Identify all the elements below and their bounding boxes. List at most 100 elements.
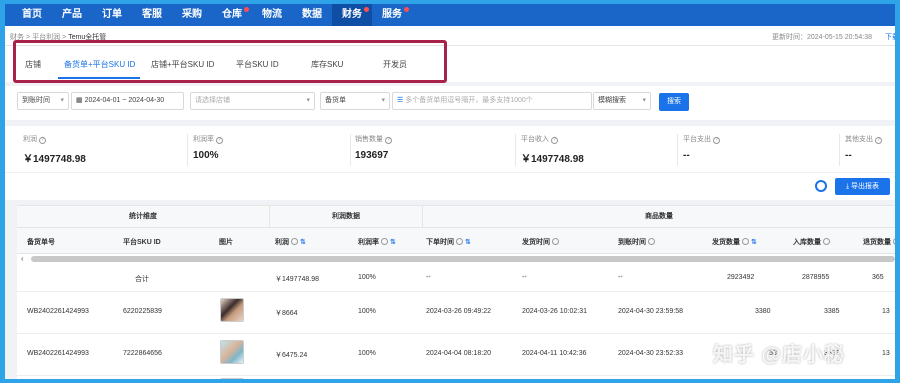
nav-item-purchase[interactable]: 采购 — [172, 4, 212, 26]
cell-profit: ￥8664 — [275, 310, 298, 317]
sort-icon[interactable]: ⇅ — [749, 239, 757, 246]
cell-ship-time: -- — [522, 274, 527, 281]
nav-item-warehouse[interactable]: 仓库 — [212, 4, 252, 26]
app-window: 首页 产品 订单 客服 采购 仓库 物流 数据 财务 服务 财务 > 平台利润 > Te… — [5, 4, 895, 379]
col-profit[interactable]: 利润 ⇅ — [275, 237, 306, 247]
summary-stats: 利润? ￥1497748.98 利润率? 100% 销售数量? 193697 平台收入… — [5, 126, 895, 172]
col-image: 图片 — [219, 239, 233, 246]
stat-label: 平台收入 — [521, 136, 549, 143]
watermark: 知乎 @店小秘 — [713, 344, 846, 366]
help-icon[interactable] — [381, 238, 388, 245]
help-icon[interactable] — [742, 238, 749, 245]
cell-return-qty: 13 — [882, 350, 890, 357]
shop-select[interactable]: 请选择店铺 ▾ — [190, 92, 315, 110]
order-type-select[interactable]: 备货单 ▾ — [320, 92, 390, 110]
cell-order-time: 2024-04-04 08:18:20 — [426, 350, 491, 357]
horizontal-scrollbar[interactable]: ‹ — [17, 254, 895, 264]
help-icon[interactable]: ? — [713, 137, 720, 144]
order-search-input[interactable]: ☰ 多个备货单用逗号隔开，最多支持1000个 — [392, 92, 592, 110]
column-label: 利润率 — [358, 239, 379, 246]
sort-icon[interactable]: ⇅ — [463, 239, 471, 246]
nav-item-products[interactable]: 产品 — [52, 4, 92, 26]
nav-label: 仓库 — [222, 9, 242, 20]
match-mode-select[interactable]: 模糊搜索 ▾ — [593, 92, 651, 110]
group-header: 利润数据 — [270, 206, 423, 228]
cell-stock-qty: 2878955 — [802, 274, 830, 281]
table-row[interactable]: WB2402261424993 6220225839 ￥8664 100% 20… — [17, 292, 895, 334]
help-icon[interactable]: ? — [551, 137, 558, 144]
product-image[interactable] — [220, 298, 244, 322]
nav-item-logistics[interactable]: 物流 — [252, 4, 292, 26]
chevron-down-icon: ▾ — [60, 97, 64, 104]
stat-sales-qty: 销售数量? 193697 — [355, 134, 392, 161]
col-order-no[interactable]: 备货单号 — [27, 237, 55, 247]
select-value: 到账时间 — [22, 97, 50, 104]
help-icon[interactable] — [823, 238, 830, 245]
nav-label: 物流 — [262, 9, 282, 20]
product-image[interactable] — [220, 378, 244, 379]
group-header: 商品数量 — [423, 206, 895, 228]
help-icon[interactable] — [648, 238, 655, 245]
help-icon[interactable] — [291, 238, 298, 245]
chevron-down-icon: ▾ — [306, 97, 310, 104]
nav-label: 财务 — [342, 9, 362, 20]
cell-arrive-time: -- — [618, 274, 623, 281]
col-arrive-time[interactable]: 到账时间 — [618, 237, 655, 247]
col-ship-time[interactable]: 发货时间 — [522, 237, 559, 247]
sort-icon[interactable]: ⇅ — [298, 239, 306, 246]
export-label: 导出报表 — [851, 183, 880, 190]
notification-dot — [404, 7, 409, 12]
stat-label: 平台支出 — [683, 136, 711, 143]
help-icon[interactable] — [552, 238, 559, 245]
col-order-time[interactable]: 下单时间 ⇅ — [426, 237, 471, 247]
col-stock-qty[interactable]: 入库数量 — [793, 237, 830, 247]
time-type-select[interactable]: 到账时间 ▾ — [17, 92, 69, 110]
list-icon: ☰ — [397, 97, 406, 104]
col-sku[interactable]: 平台SKU ID — [123, 237, 161, 247]
col-return-qty[interactable]: 退货数量 — [863, 237, 895, 247]
help-icon[interactable]: ? — [875, 137, 882, 144]
help-icon[interactable] — [456, 238, 463, 245]
column-label: 发货时间 — [522, 239, 550, 246]
cell-ship-time: 2024-03-26 10:02:31 — [522, 308, 587, 315]
chevron-left-icon[interactable]: ‹ — [21, 254, 24, 263]
sort-icon[interactable]: ⇅ — [388, 239, 396, 246]
column-label: 入库数量 — [793, 239, 821, 246]
nav-item-home[interactable]: 首页 — [12, 4, 52, 26]
download-link[interactable]: 下载 — [885, 32, 895, 42]
cell-margin: 100% — [358, 308, 376, 315]
annotation-highlight-box — [13, 40, 447, 83]
help-icon[interactable]: ? — [385, 137, 392, 144]
nav-item-service[interactable]: 客服 — [132, 4, 172, 26]
product-image[interactable] — [220, 340, 244, 364]
search-button[interactable]: 搜索 — [659, 93, 689, 111]
filter-bar: 到账时间 ▾ ▦ 2024-04-01 ~ 2024-04-30 请选择店铺 ▾ 备… — [5, 86, 895, 120]
export-button[interactable]: ⤓ 导出报表 — [835, 178, 890, 195]
date-range-picker[interactable]: ▦ 2024-04-01 ~ 2024-04-30 — [71, 92, 184, 110]
help-icon[interactable]: ? — [216, 137, 223, 144]
gear-icon[interactable] — [815, 180, 827, 192]
nav-item-services[interactable]: 服务 — [372, 4, 412, 26]
chevron-down-icon: ▾ — [642, 97, 646, 104]
cell-return-qty: 365 — [872, 274, 884, 281]
nav-label: 服务 — [382, 9, 402, 20]
cell-margin: 100% — [358, 350, 376, 357]
stat-margin: 利润率? 100% — [193, 134, 223, 161]
stat-label: 销售数量 — [355, 136, 383, 143]
stat-value: 100% — [193, 150, 219, 161]
notification-dot — [244, 7, 249, 12]
column-label: 发货数量 — [712, 239, 740, 246]
col-margin[interactable]: 利润率 ⇅ — [358, 237, 396, 247]
divider — [677, 134, 678, 166]
help-icon[interactable]: ? — [39, 137, 46, 144]
help-icon[interactable] — [893, 238, 895, 245]
col-ship-qty[interactable]: 发货数量 ⇅ — [712, 237, 757, 247]
nav-item-orders[interactable]: 订单 — [92, 4, 132, 26]
nav-item-data[interactable]: 数据 — [292, 4, 332, 26]
calendar-icon: ▦ — [76, 97, 85, 104]
select-placeholder: 请选择店铺 — [195, 97, 230, 104]
nav-item-finance[interactable]: 财务 — [332, 4, 372, 26]
column-label: 利润 — [275, 239, 289, 246]
scroll-thumb[interactable] — [31, 256, 895, 262]
cell-return-qty: 13 — [882, 308, 890, 315]
